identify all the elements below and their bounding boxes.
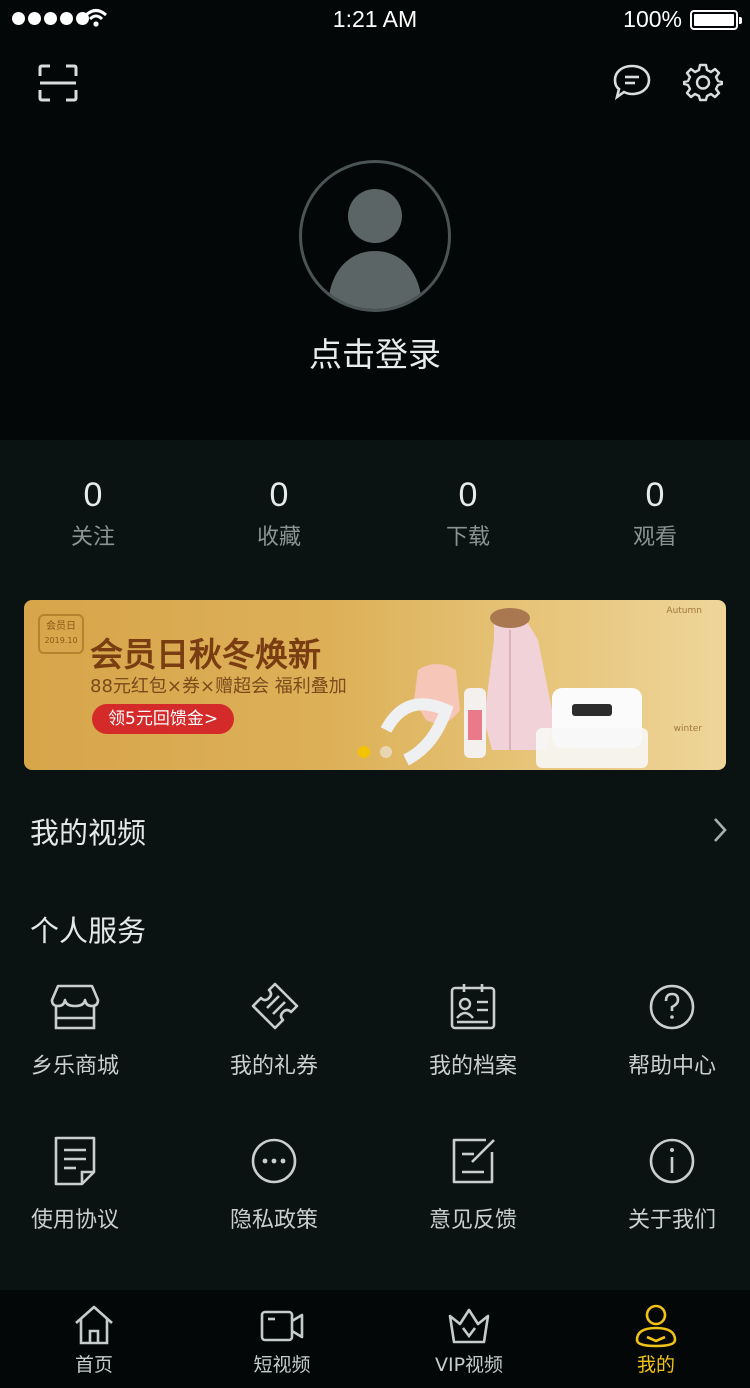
battery-percent: 100% xyxy=(623,6,682,32)
stat-label: 下载 xyxy=(445,525,490,550)
my-video-label: 我的视频 xyxy=(30,816,147,850)
stat-watched[interactable]: 0 观看 xyxy=(585,476,725,551)
service-store[interactable]: 乡乐商城 xyxy=(0,980,150,1080)
tab-mine[interactable]: 我的 xyxy=(562,1290,750,1388)
tab-label: 短视频 xyxy=(253,1354,311,1376)
avatar-placeholder-icon xyxy=(328,189,422,309)
stat-favorites[interactable]: 0 收藏 xyxy=(209,476,349,551)
stat-downloads[interactable]: 0 下载 xyxy=(398,476,538,551)
chevron-right-icon xyxy=(714,818,727,842)
carousel-dots xyxy=(358,746,392,758)
tab-label: 首页 xyxy=(74,1354,113,1376)
message-icon[interactable] xyxy=(612,63,652,101)
service-coupons[interactable]: 我的礼券 xyxy=(199,980,349,1080)
service-label: 意见反馈 xyxy=(428,1208,517,1233)
feedback-edit-icon xyxy=(452,1138,495,1184)
banner-title: 会员日秋冬焕新 xyxy=(90,635,321,674)
user-icon xyxy=(635,1304,677,1348)
service-label: 我的档案 xyxy=(428,1054,517,1079)
stat-label: 观看 xyxy=(632,525,677,550)
document-icon xyxy=(54,1136,96,1186)
stat-value: 0 xyxy=(458,476,478,514)
service-profile[interactable]: 我的档案 xyxy=(398,980,548,1080)
service-privacy[interactable]: 隐私政策 xyxy=(199,1134,349,1234)
stat-value: 0 xyxy=(645,476,665,514)
service-label: 我的礼券 xyxy=(229,1054,318,1079)
banner-side-label-bottom: winter xyxy=(673,724,702,734)
stat-label: 收藏 xyxy=(256,525,301,550)
service-feedback[interactable]: 意见反馈 xyxy=(398,1134,548,1234)
service-label: 乡乐商城 xyxy=(30,1054,119,1079)
service-about[interactable]: 关于我们 xyxy=(597,1134,747,1234)
banner-products-image xyxy=(380,608,648,768)
tab-label: 我的 xyxy=(636,1354,675,1376)
settings-gear-icon[interactable] xyxy=(683,62,723,102)
banner-side-label-top: Autumn xyxy=(666,606,702,616)
tab-label: VIP视频 xyxy=(434,1354,504,1376)
bottom-tab-bar: 首页 短视频 VIP视频 我的 xyxy=(0,1290,750,1388)
info-icon xyxy=(649,1138,695,1184)
store-icon xyxy=(50,984,100,1030)
video-icon xyxy=(260,1310,304,1342)
service-label: 关于我们 xyxy=(627,1208,716,1233)
stat-follow[interactable]: 0 关注 xyxy=(23,476,163,551)
stat-label: 关注 xyxy=(70,525,115,550)
ticket-icon xyxy=(251,982,299,1030)
profile-card-icon xyxy=(450,984,496,1030)
banner-cta-button[interactable]: 领5元回馈金> xyxy=(92,704,235,734)
badge-date: 2019.10 xyxy=(44,636,78,645)
service-label: 使用协议 xyxy=(30,1208,119,1233)
tab-short-video[interactable]: 短视频 xyxy=(188,1290,376,1388)
tab-home[interactable]: 首页 xyxy=(0,1290,188,1388)
service-label: 帮助中心 xyxy=(627,1054,716,1079)
service-terms[interactable]: 使用协议 xyxy=(0,1134,150,1234)
more-dots-icon xyxy=(251,1138,297,1184)
banner-subtitle: 88元红包×券×赠超会 福利叠加 xyxy=(90,676,347,697)
stat-value: 0 xyxy=(269,476,289,514)
stats-row: 0 关注 0 收藏 0 下载 0 观看 xyxy=(0,476,750,566)
login-link[interactable]: 点击登录 xyxy=(0,328,750,376)
services-title: 个人服务 xyxy=(30,914,147,948)
status-bar: 1:21 AM 100% xyxy=(0,0,750,40)
help-icon xyxy=(649,984,695,1030)
carousel-dot[interactable] xyxy=(380,746,392,758)
badge-text: 会员日 xyxy=(46,621,76,632)
home-icon xyxy=(75,1305,113,1345)
stat-value: 0 xyxy=(83,476,103,514)
profile-header: 1:21 AM 100% 点击登录 xyxy=(0,0,750,440)
avatar[interactable] xyxy=(299,160,451,312)
battery-icon xyxy=(690,10,742,30)
service-help[interactable]: 帮助中心 xyxy=(597,980,747,1080)
scan-icon[interactable] xyxy=(38,64,78,102)
crown-icon xyxy=(448,1308,490,1344)
carousel-dot-active[interactable] xyxy=(358,746,370,758)
tab-vip-video[interactable]: VIP视频 xyxy=(375,1290,563,1388)
service-label: 隐私政策 xyxy=(229,1208,318,1233)
member-day-badge: 会员日 2019.10 xyxy=(38,614,84,654)
my-video-row[interactable]: 我的视频 xyxy=(0,800,750,860)
promo-banner[interactable]: 会员日 2019.10 会员日秋冬焕新 88元红包×券×赠超会 福利叠加 领5元… xyxy=(24,600,726,770)
